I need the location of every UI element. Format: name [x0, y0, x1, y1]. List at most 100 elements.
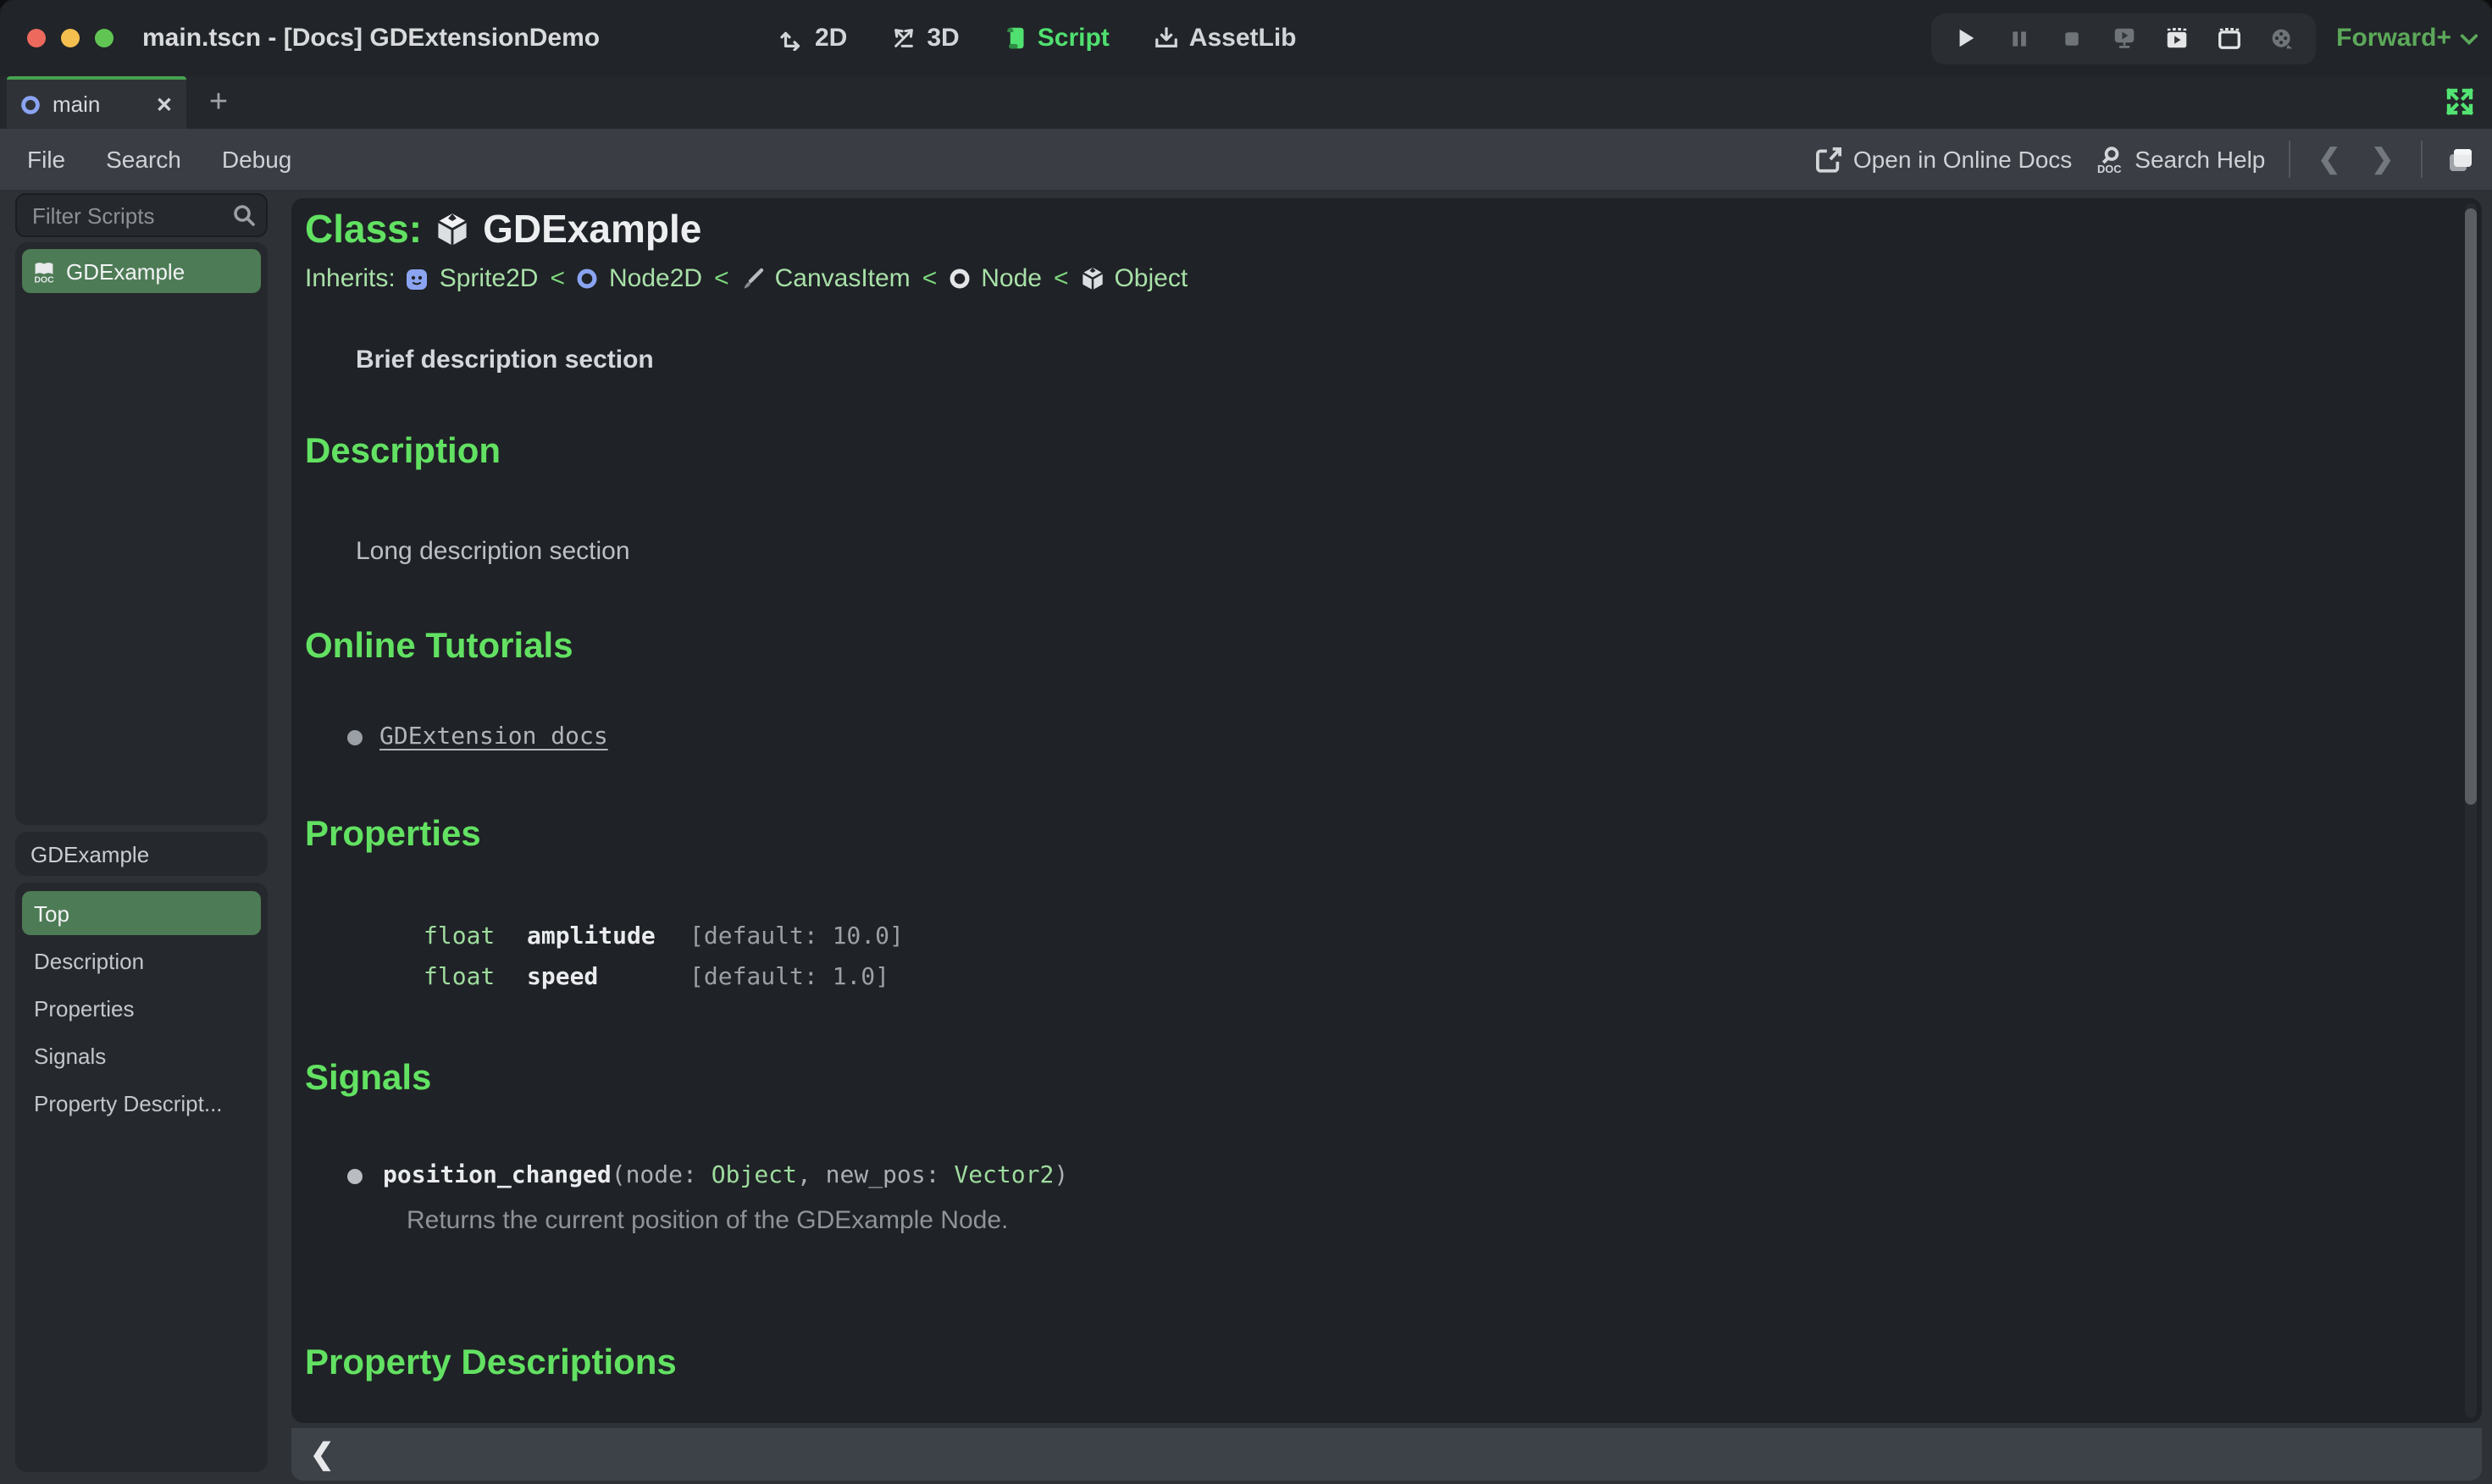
- godot-editor-window: main.tscn - [Docs] GDExtensionDemo 2D 3D…: [0, 0, 2492, 1484]
- stop-button[interactable]: [2058, 25, 2084, 51]
- make-floating-panel-icon[interactable]: [2446, 145, 2475, 174]
- external-link-icon: [1815, 147, 1841, 172]
- collapse-panel-chevron[interactable]: ❮: [310, 1437, 335, 1471]
- member-item-signals[interactable]: Signals: [22, 1033, 261, 1077]
- scene-tab-label: main: [53, 91, 101, 117]
- heading-online-tutorials: Online Tutorials: [305, 627, 573, 666]
- app-window: main.tscn - [Docs] GDExtensionDemo 2D 3D…: [0, 0, 2492, 1484]
- member-item-properties[interactable]: Properties: [22, 986, 261, 1030]
- canvasitem-brush-icon: [741, 267, 765, 291]
- movie-maker-icon[interactable]: [2268, 25, 2294, 51]
- script-scroll-icon: [1004, 25, 1027, 51]
- object-cube-icon: [1080, 266, 1104, 291]
- menus: File Search Debug: [0, 146, 291, 173]
- signal-param-type-link[interactable]: Object: [712, 1162, 797, 1189]
- search-help-button[interactable]: DOC Search Help: [2096, 145, 2265, 174]
- tab-3d[interactable]: 3D: [891, 24, 960, 53]
- long-description: Long description section: [356, 537, 630, 566]
- play-scene-button[interactable]: [2163, 25, 2189, 51]
- heading-properties: Properties: [305, 815, 481, 854]
- history-forward-button[interactable]: ❯: [2367, 142, 2397, 176]
- signal-signature: position_changed(node: Object, new_pos: …: [383, 1162, 1069, 1189]
- filter-scripts-box: [15, 193, 268, 237]
- node2d-icon: [20, 94, 41, 114]
- property-row-amplitude: float amplitude [default: 10.0]: [424, 923, 904, 950]
- script-item-label: GDExample: [66, 258, 186, 284]
- inherits-link-object[interactable]: Object: [1114, 264, 1188, 293]
- heading-description: Description: [305, 432, 501, 471]
- filter-scripts-input[interactable]: [15, 193, 268, 237]
- member-item-description[interactable]: Description: [22, 939, 261, 983]
- inherits-line: Inherits: Sprite2D < Node2D < CanvasItem…: [305, 264, 1188, 293]
- class-title: Class: GDExample: [305, 207, 701, 252]
- node2d-icon: [577, 268, 599, 290]
- inherits-link-canvasitem[interactable]: CanvasItem: [775, 264, 911, 293]
- close-window-button[interactable]: [27, 29, 46, 47]
- script-item-gdexample[interactable]: DOC GDExample: [22, 249, 261, 293]
- scripts-list-panel: DOC GDExample: [15, 242, 268, 825]
- heading-signals: Signals: [305, 1059, 432, 1098]
- playback-cluster: Forward+: [1931, 0, 2478, 76]
- property-type-link[interactable]: float: [424, 923, 527, 950]
- class-label: Class:: [305, 207, 423, 251]
- pause-button[interactable]: [2006, 25, 2031, 51]
- 3d-axes-icon: [891, 25, 917, 51]
- inherits-link-node2d[interactable]: Node2D: [609, 264, 702, 293]
- inherits-link-sprite2d[interactable]: Sprite2D: [440, 264, 539, 293]
- bullet-icon: [347, 729, 363, 745]
- signal-param-type-link[interactable]: Vector2: [954, 1162, 1054, 1189]
- play-remote-button[interactable]: [2111, 25, 2136, 51]
- chevron-down-icon: [2460, 31, 2478, 45]
- svg-text:DOC: DOC: [35, 274, 55, 282]
- history-back-button[interactable]: ❮: [2314, 142, 2344, 176]
- play-custom-scene-button[interactable]: [2216, 25, 2241, 51]
- member-item-top[interactable]: Top: [22, 891, 261, 935]
- minimize-window-button[interactable]: [61, 29, 80, 47]
- tab-2d[interactable]: 2D: [779, 24, 847, 53]
- heading-property-descriptions: Property Descriptions: [305, 1343, 677, 1382]
- object-cube-icon: [435, 212, 469, 247]
- class-doc-panel: Class: GDExample Inherits: Sprite2D < No…: [291, 198, 2482, 1423]
- bottom-bar: ❮: [291, 1428, 2482, 1481]
- tab-script[interactable]: Script: [1004, 24, 1110, 53]
- bullet-icon: [347, 1168, 363, 1183]
- open-online-docs-button[interactable]: Open in Online Docs: [1815, 146, 2072, 173]
- property-name-link[interactable]: speed: [527, 964, 689, 991]
- tutorial-item: GDExtension docs: [347, 723, 608, 750]
- members-overview-header: GDExample: [15, 832, 268, 876]
- signal-name: position_changed: [383, 1162, 612, 1189]
- signal-description: Returns the current position of the GDEx…: [407, 1206, 1009, 1235]
- inherits-label: Inherits:: [305, 264, 396, 293]
- close-tab-icon[interactable]: ✕: [156, 92, 173, 116]
- menu-search[interactable]: Search: [106, 146, 181, 173]
- property-name-link[interactable]: amplitude: [527, 923, 689, 950]
- zoom-window-button[interactable]: [95, 29, 114, 47]
- property-row-speed: float speed [default: 1.0]: [424, 964, 889, 991]
- menu-file[interactable]: File: [27, 146, 65, 173]
- property-type-link[interactable]: float: [424, 964, 527, 991]
- inherits-link-node[interactable]: Node: [981, 264, 1042, 293]
- playback-controls: [1931, 13, 2317, 64]
- scene-tab-strip: main ✕ +: [0, 76, 2492, 129]
- renderer-selector[interactable]: Forward+: [2336, 24, 2478, 53]
- doc-scrollbar-thumb[interactable]: [2465, 208, 2477, 805]
- tab-assetlib[interactable]: AssetLib: [1154, 24, 1297, 53]
- brief-description: Brief description section: [356, 346, 654, 374]
- window-title: main.tscn - [Docs] GDExtensionDemo: [142, 24, 601, 53]
- class-name: GDExample: [483, 207, 702, 251]
- assetlib-download-icon: [1154, 25, 1179, 51]
- member-item-property-descriptions[interactable]: Property Descript...: [22, 1081, 261, 1125]
- menu-debug[interactable]: Debug: [222, 146, 292, 173]
- add-scene-tab-button[interactable]: +: [198, 80, 239, 125]
- gdextension-docs-link[interactable]: GDExtension docs: [379, 723, 608, 750]
- distraction-free-mode-icon[interactable]: [2443, 85, 2477, 119]
- play-button[interactable]: [1953, 25, 1979, 51]
- 2d-axes-icon: [779, 25, 805, 51]
- doc-book-icon: DOC: [32, 260, 56, 282]
- property-default: [default: 10.0]: [689, 923, 904, 950]
- scene-tab-main[interactable]: main ✕: [7, 76, 186, 129]
- search-icon: [232, 203, 256, 227]
- members-overview-list: Top Description Properties Signals Prope…: [15, 883, 268, 1472]
- signal-row: position_changed(node: Object, new_pos: …: [347, 1162, 1068, 1189]
- node-icon: [949, 268, 971, 290]
